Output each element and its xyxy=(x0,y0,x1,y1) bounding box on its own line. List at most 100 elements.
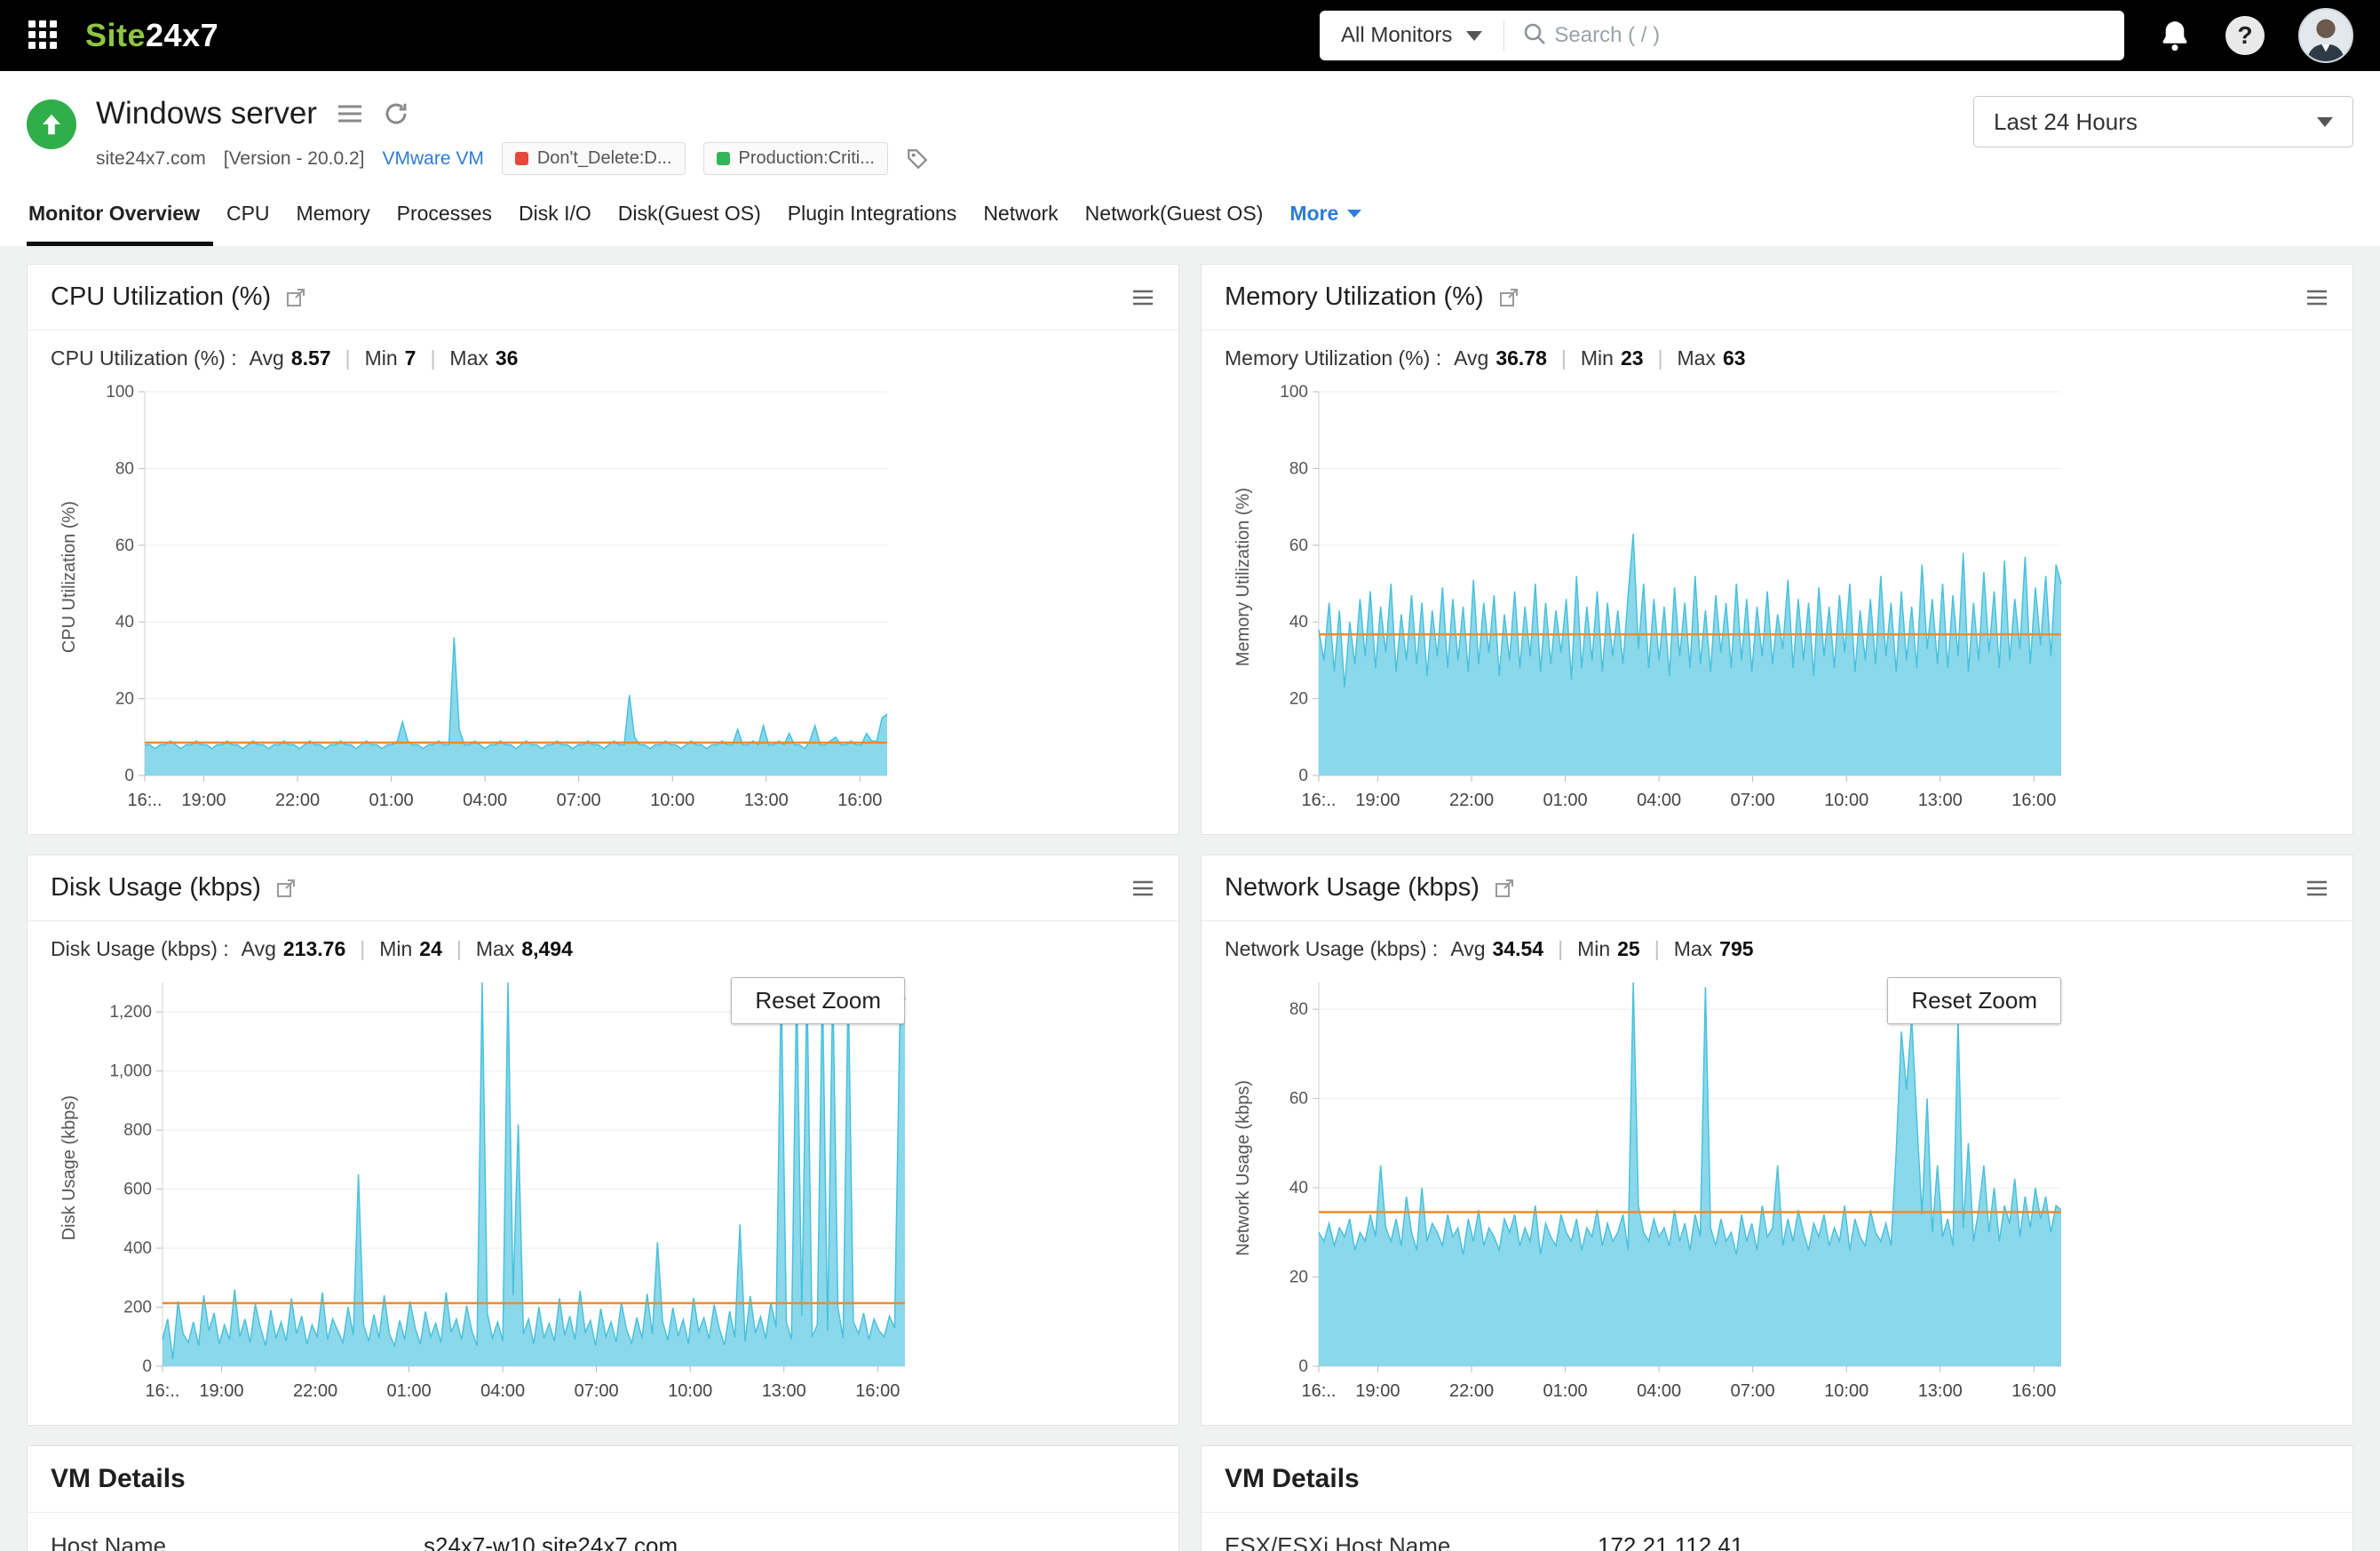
tab-processes[interactable]: Processes xyxy=(384,202,505,246)
svg-text:0: 0 xyxy=(1298,767,1308,785)
panel-menu-icon[interactable] xyxy=(1130,287,1155,308)
apps-grid-icon[interactable] xyxy=(27,19,59,53)
tab-disk-io[interactable]: Disk I/O xyxy=(505,202,605,246)
panel-menu-icon[interactable] xyxy=(2305,287,2329,308)
max-value: 63 xyxy=(1722,346,1746,370)
max-label: Max xyxy=(1677,346,1716,370)
monitor-scope-dropdown[interactable]: All Monitors xyxy=(1320,11,1503,60)
site24x7-logo[interactable]: Site24x7 xyxy=(85,17,218,54)
max-value: 8,494 xyxy=(521,937,573,960)
page-title: Windows server xyxy=(96,96,317,131)
vm-details-title: VM Details xyxy=(1225,1464,1360,1493)
app-root: Site24x7 All Monitors Search (/) ? Win… xyxy=(0,0,2380,1551)
svg-text:10:00: 10:00 xyxy=(1824,791,1868,810)
tag-production[interactable]: Production:Criti... xyxy=(702,142,888,175)
dashboard-content: CPU Utilization (%) CPU Utilization (%) … xyxy=(0,246,2380,1551)
reset-zoom-button[interactable]: Reset Zoom xyxy=(731,977,905,1024)
tab-disk-guest-os[interactable]: Disk(Guest OS) xyxy=(605,202,774,246)
min-label: Min xyxy=(364,346,398,370)
svg-text:16:00: 16:00 xyxy=(2011,1381,2056,1401)
tab-cpu[interactable]: CPU xyxy=(213,202,283,246)
tab-plugin-integrations[interactable]: Plugin Integrations xyxy=(774,202,971,246)
min-value: 7 xyxy=(404,346,416,370)
search-input[interactable] xyxy=(1554,23,2124,48)
vm-details-panel-left: VM Details Host Name s24x7-w10.site24x7.… xyxy=(27,1445,1179,1551)
expand-icon[interactable] xyxy=(275,878,297,899)
tag-dont-delete[interactable]: Don't_Delete:D... xyxy=(501,142,686,175)
tab-monitor-overview[interactable]: Monitor Overview xyxy=(27,202,213,246)
monitor-menu-icon[interactable] xyxy=(337,102,363,125)
max-label: Max xyxy=(475,937,515,960)
avg-value: 36.78 xyxy=(1495,346,1547,370)
chevron-down-icon xyxy=(1466,30,1483,41)
chart-stats: Disk Usage (kbps) : Avg 213.76 | Min 24 | … xyxy=(51,937,573,960)
panel-title: Network Usage (kbps) xyxy=(1225,873,1480,902)
notifications-bell-icon[interactable] xyxy=(2158,19,2192,52)
svg-text:16:00: 16:00 xyxy=(2011,791,2056,810)
svg-text:16:00: 16:00 xyxy=(837,791,882,810)
panel-menu-icon[interactable] xyxy=(2305,878,2329,899)
panel-menu-icon[interactable] xyxy=(1130,878,1155,899)
min-value: 23 xyxy=(1620,346,1644,370)
svg-text:22:00: 22:00 xyxy=(293,1381,337,1401)
svg-text:16:00: 16:00 xyxy=(855,1381,900,1401)
tags-icon[interactable] xyxy=(906,147,929,171)
tab-more[interactable]: More xyxy=(1276,202,1375,246)
tab-network-guest-os[interactable]: Network(Guest OS) xyxy=(1072,202,1277,246)
panel-title: CPU Utilization (%) xyxy=(51,282,272,311)
memory-utilization-chart[interactable]: 0 20 40 60 80 100 16:.. 19:00 22:00 01:00 04:00 07:… xyxy=(1262,379,2074,815)
svg-text:01:00: 01:00 xyxy=(1543,1381,1588,1401)
monitor-version: [Version - 20.0.2] xyxy=(223,147,365,169)
user-avatar[interactable] xyxy=(2298,8,2353,63)
svg-text:07:00: 07:00 xyxy=(575,1381,619,1401)
svg-text:01:00: 01:00 xyxy=(1543,791,1588,810)
y-axis-title: Disk Usage (kbps) xyxy=(59,1095,79,1241)
network-usage-chart[interactable]: 0 20 40 60 80 16:.. 19:00 22:00 01:00 04:00 07:00 1… xyxy=(1262,970,2074,1405)
status-up-icon xyxy=(27,99,76,149)
svg-text:04:00: 04:00 xyxy=(463,791,507,810)
disk-usage-chart[interactable]: 0 200 400 600 800 1,000 1,200 16:.. 19:00 22:00 01… xyxy=(88,970,917,1405)
svg-text:60: 60 xyxy=(1289,1090,1308,1109)
svg-text:13:00: 13:00 xyxy=(1918,791,1963,810)
svg-text:13:00: 13:00 xyxy=(744,791,789,810)
svg-text:16:..: 16:.. xyxy=(1302,1381,1337,1401)
panel-title: Memory Utilization (%) xyxy=(1225,282,1484,311)
svg-text:0: 0 xyxy=(1298,1357,1308,1376)
tab-memory[interactable]: Memory xyxy=(283,202,384,246)
time-range-label: Last 24 Hours xyxy=(1994,107,2138,135)
expand-icon[interactable] xyxy=(1494,878,1515,899)
reset-zoom-button[interactable]: Reset Zoom xyxy=(1887,977,2061,1024)
svg-text:19:00: 19:00 xyxy=(199,1381,243,1401)
avg-label: Avg xyxy=(241,937,276,960)
vmware-vm-link[interactable]: VMware VM xyxy=(383,148,484,170)
svg-text:07:00: 07:00 xyxy=(1731,791,1775,810)
help-icon[interactable]: ? xyxy=(2225,16,2265,55)
memory-utilization-panel: Memory Utilization (%) Memory Utilizatio… xyxy=(1201,264,2353,835)
svg-text:80: 80 xyxy=(1289,1000,1308,1019)
logo-24x7-text: 24x7 xyxy=(146,17,219,53)
global-search: All Monitors xyxy=(1320,11,2124,60)
monitor-domain: site24x7.com xyxy=(96,147,206,169)
more-label: More xyxy=(1289,202,1339,225)
svg-text:22:00: 22:00 xyxy=(1449,791,1494,810)
expand-icon[interactable] xyxy=(1498,287,1519,308)
expand-icon[interactable] xyxy=(285,287,306,308)
time-range-dropdown[interactable]: Last 24 Hours xyxy=(1973,96,2353,147)
svg-text:60: 60 xyxy=(1289,537,1308,555)
max-label: Max xyxy=(1673,937,1713,960)
svg-text:04:00: 04:00 xyxy=(480,1381,525,1401)
svg-text:60: 60 xyxy=(115,537,134,555)
svg-text:04:00: 04:00 xyxy=(1637,1381,1681,1401)
chart-stats: Network Usage (kbps) : Avg 34.54 | Min 25 … xyxy=(1225,937,1754,960)
max-value: 795 xyxy=(1719,937,1754,960)
svg-text:01:00: 01:00 xyxy=(369,791,414,810)
tab-network[interactable]: Network xyxy=(970,202,1071,246)
svg-text:100: 100 xyxy=(106,383,134,402)
disk-usage-panel: Disk Usage (kbps) Disk Usage (kbps) : Av… xyxy=(27,855,1179,1426)
svg-text:200: 200 xyxy=(123,1299,152,1317)
vm-detail-value: s24x7-w10.site24x7.com xyxy=(424,1532,678,1551)
svg-text:1,200: 1,200 xyxy=(109,1003,152,1022)
cpu-utilization-chart[interactable]: 0 20 40 60 80 100 16:.. 19:00 22:00 01:00 04:00 07:… xyxy=(88,379,900,815)
panel-title: Disk Usage (kbps) xyxy=(51,873,261,902)
refresh-icon[interactable] xyxy=(383,100,409,127)
